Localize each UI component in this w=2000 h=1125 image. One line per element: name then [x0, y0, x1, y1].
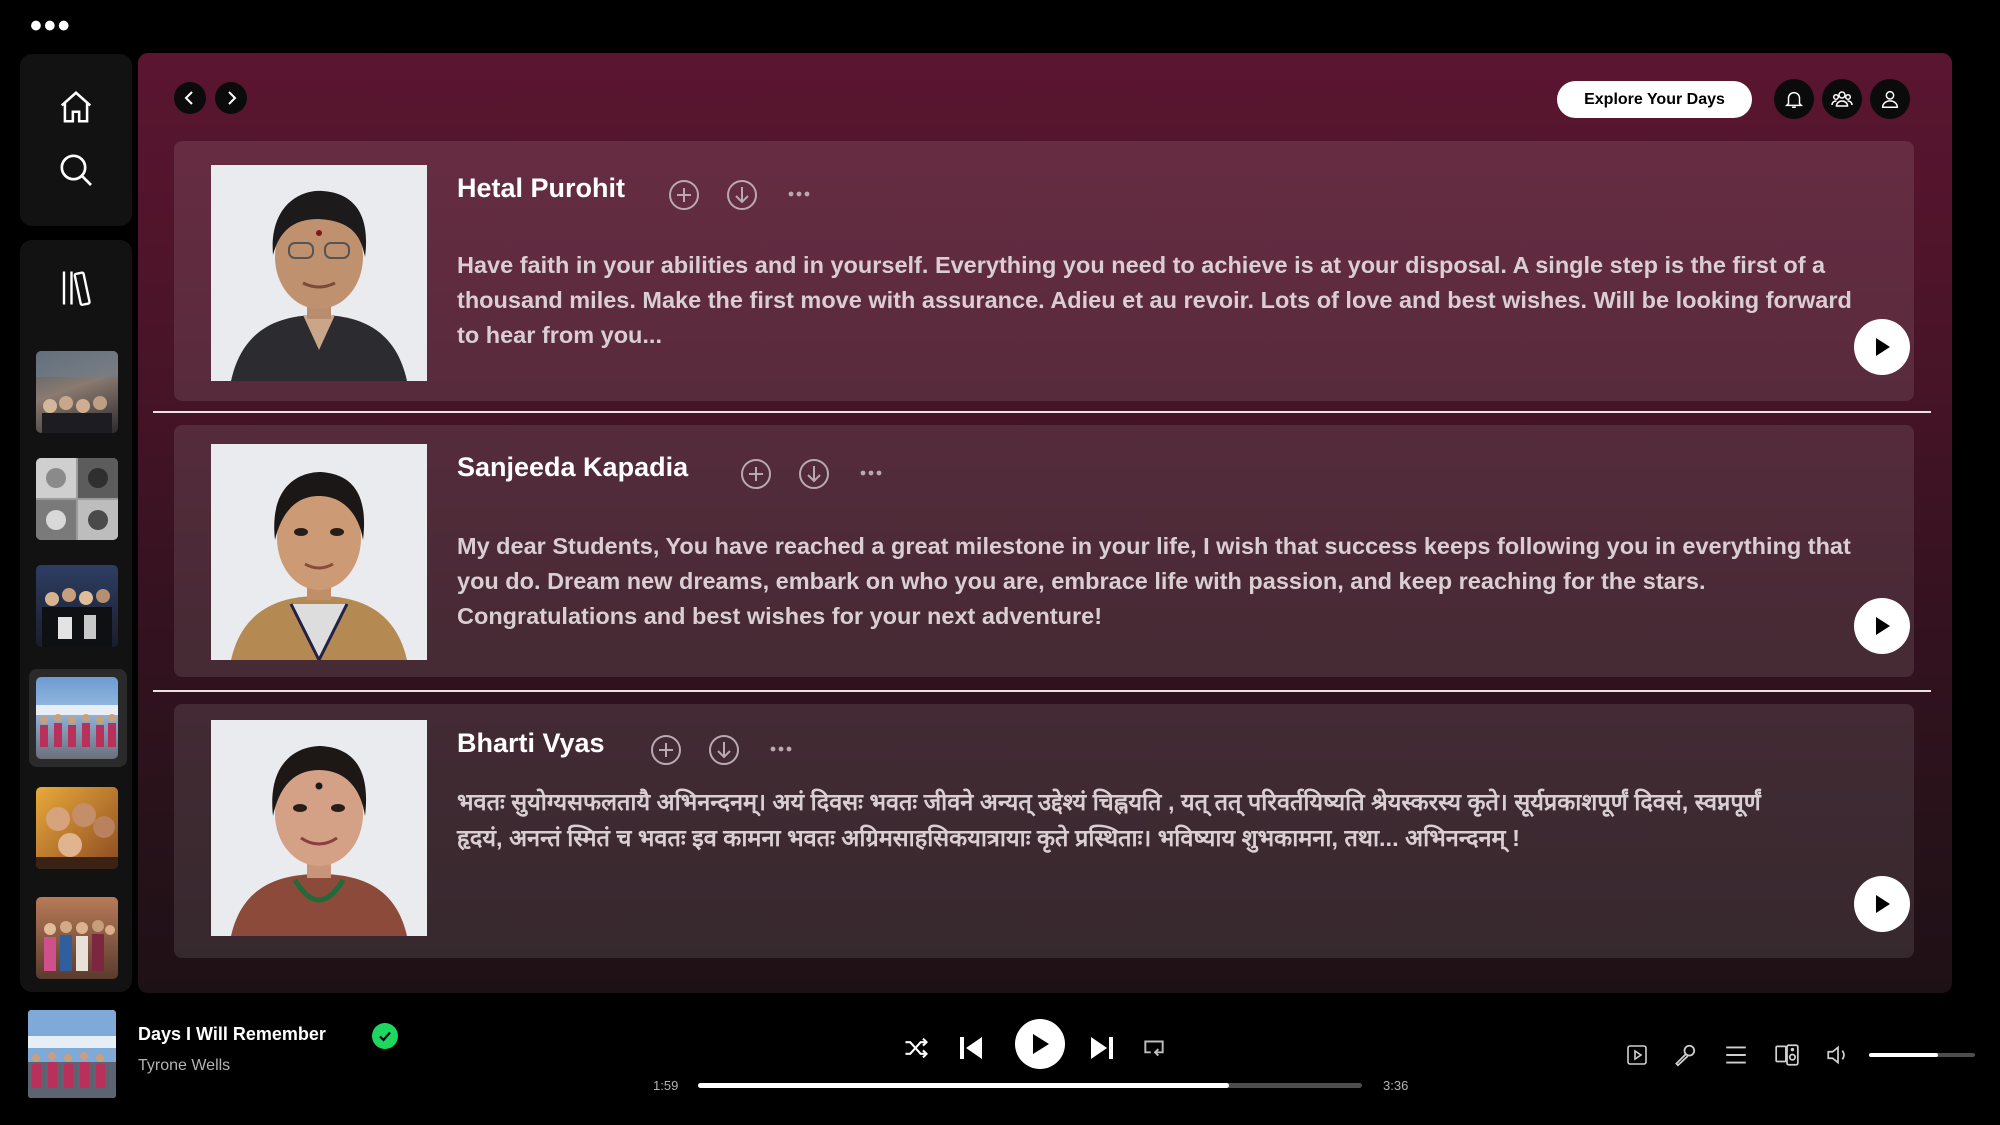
download-icon[interactable]: [708, 734, 740, 771]
download-icon[interactable]: [798, 458, 830, 495]
teacher-name: Bharti Vyas: [457, 728, 605, 758]
track-artist[interactable]: Tyrone Wells: [138, 1057, 230, 1075]
liked-check-icon[interactable]: [372, 1023, 398, 1049]
explore-your-days-button[interactable]: Explore Your Days: [1557, 81, 1752, 118]
message-card: Bharti Vyas भवतः सुयोग्यसफलतायै अभिनन्दन…: [174, 704, 1914, 958]
more-options-icon[interactable]: [856, 458, 886, 493]
divider: [153, 411, 1931, 413]
sidebar-item-friends-group[interactable]: [36, 897, 118, 979]
elapsed-time: 1:59: [653, 1078, 679, 1093]
more-dots-icon[interactable]: •••: [30, 9, 72, 43]
play-button[interactable]: [1854, 319, 1910, 375]
teacher-name: Hetal Purohit: [457, 173, 626, 203]
sidebar-item-portrait-collage[interactable]: [36, 458, 118, 540]
divider: [153, 690, 1931, 692]
sidebar-nav: [20, 54, 132, 226]
previous-icon[interactable]: [955, 1030, 987, 1066]
sidebar-item-friends-selfie[interactable]: [36, 787, 118, 869]
download-icon[interactable]: [726, 179, 758, 216]
teacher-message: My dear Students, You have reached a gre…: [457, 533, 1851, 629]
friends-icon[interactable]: [1822, 79, 1862, 119]
repeat-icon[interactable]: [1138, 1032, 1170, 1064]
add-icon[interactable]: [668, 179, 700, 216]
add-icon[interactable]: [650, 734, 682, 771]
sidebar-item-group-photo-1[interactable]: [36, 351, 118, 433]
track-title[interactable]: Days I Will Remember: [138, 1024, 326, 1045]
message-card: Hetal Purohit Have faith in your abiliti…: [174, 141, 1914, 401]
sidebar-item-group-photo-3[interactable]: [36, 677, 118, 759]
sidebar-item-group-photo-2[interactable]: [36, 565, 118, 647]
total-duration: 3:36: [1383, 1078, 1409, 1093]
play-button[interactable]: [1854, 598, 1910, 654]
volume-icon[interactable]: [1823, 1040, 1853, 1070]
teacher-message: Have faith in your abilities and in your…: [457, 252, 1852, 348]
lyrics-icon[interactable]: [1670, 1040, 1700, 1070]
home-icon[interactable]: [20, 88, 132, 126]
teacher-photo: [211, 165, 427, 381]
teacher-photo: [211, 444, 427, 660]
volume-fill: [1869, 1053, 1938, 1057]
user-icon[interactable]: [1870, 79, 1910, 119]
teacher-message: भवतः सुयोग्यसफलतायै अभिनन्दनम्। अयं दिवस…: [457, 789, 1761, 851]
now-playing-view-icon[interactable]: [1622, 1040, 1652, 1070]
play-button[interactable]: [1854, 876, 1910, 932]
shuffle-icon[interactable]: [900, 1032, 932, 1064]
teacher-photo: [211, 720, 427, 936]
progress-fill: [698, 1083, 1230, 1088]
more-options-icon[interactable]: [766, 734, 796, 769]
now-playing-artwork[interactable]: [28, 1010, 116, 1098]
play-pause-button[interactable]: [1015, 1019, 1065, 1069]
back-button[interactable]: [174, 82, 206, 114]
main-panel: Explore Your Days Hetal Purohit Have fai…: [138, 53, 1952, 993]
add-icon[interactable]: [740, 458, 772, 495]
search-icon[interactable]: [20, 150, 132, 190]
progress-bar[interactable]: [698, 1083, 1362, 1088]
forward-button[interactable]: [215, 82, 247, 114]
message-card: Sanjeeda Kapadia My dear Students, You h…: [174, 425, 1914, 677]
connect-device-icon[interactable]: [1772, 1040, 1802, 1070]
volume-slider[interactable]: [1869, 1053, 1975, 1057]
more-options-icon[interactable]: [784, 179, 814, 214]
queue-icon[interactable]: [1721, 1040, 1751, 1070]
teacher-name: Sanjeeda Kapadia: [457, 452, 689, 482]
library-icon[interactable]: [20, 266, 132, 310]
next-icon[interactable]: [1086, 1030, 1118, 1066]
bell-icon[interactable]: [1774, 79, 1814, 119]
